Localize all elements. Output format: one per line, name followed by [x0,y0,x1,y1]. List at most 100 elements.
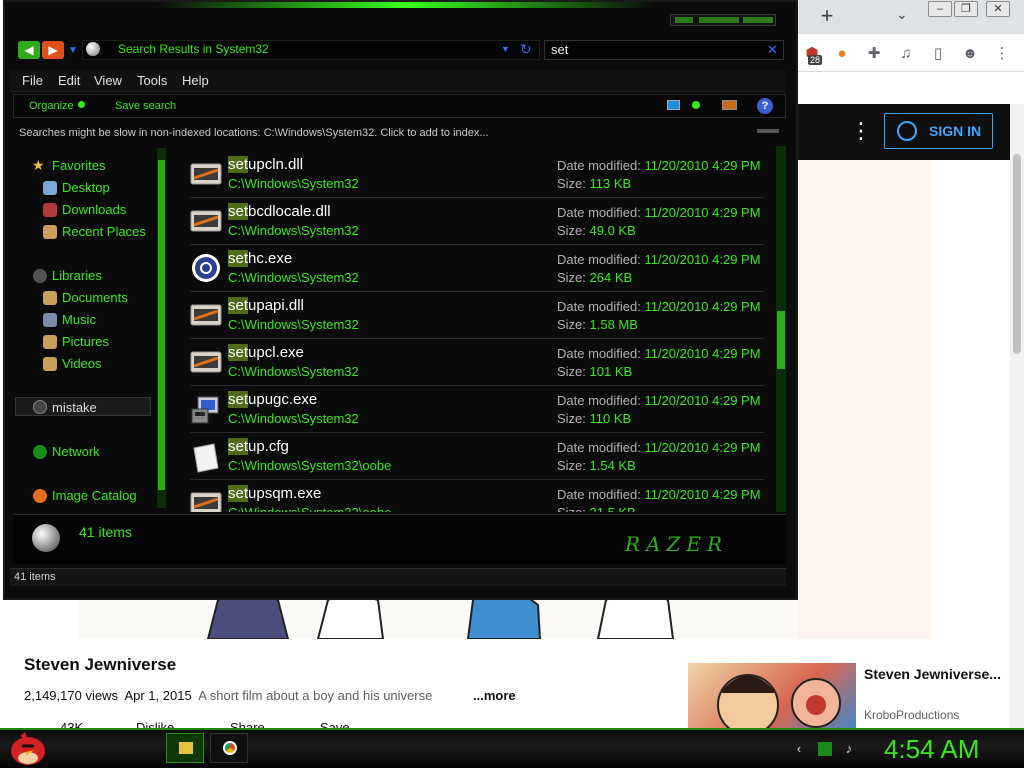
back-button[interactable]: ◀ [18,41,40,59]
search-input[interactable]: set [551,42,568,57]
file-name-rest: upsqm.exe [248,485,322,502]
file-size-value: 1.54 KB [589,458,636,473]
minimize-button[interactable]: – [928,1,952,17]
chrome-menu-icon[interactable]: ⋮ [992,44,1012,64]
explorer-maximize-button[interactable] [699,17,739,23]
address-dropdown-icon[interactable]: ▼ [501,44,510,54]
page-scrollbar-thumb[interactable] [1013,154,1021,354]
taskbar-explorer-button[interactable] [166,733,204,763]
setup-icon [190,395,222,424]
result-row[interactable]: setbcdlocale.dll C:\Windows\System32 Date … [190,199,764,245]
downloads-icon [43,203,57,217]
file-size-label: Size: [557,505,590,512]
nav-libraries[interactable]: Libraries [52,268,102,283]
nav-pictures[interactable]: Pictures [62,334,109,349]
result-row[interactable]: setup.cfg C:\Windows\System32\oobe Date mo… [190,434,764,480]
save-search-button[interactable]: Save search [115,100,176,112]
recommended-title[interactable]: Steven Jewniverse... [864,664,1004,684]
file-size-label: Size: [557,176,590,191]
show-more-link[interactable]: ...more [473,688,516,703]
file-path: C:\Windows\System32 [228,270,359,285]
file-path: C:\Windows\System32 [228,411,359,426]
result-row[interactable]: setupsqm.exe C:\Windows\System32\oobe Date… [190,481,764,512]
menu-edit[interactable]: Edit [58,73,80,88]
result-row[interactable]: setupapi.dll C:\Windows\System32 Date modi… [190,293,764,339]
organize-dropdown-icon[interactable] [78,101,85,108]
nav-music[interactable]: Music [62,312,96,327]
change-view-icon[interactable] [667,100,680,110]
date-modified-label: Date modified: [557,346,645,361]
nav-network[interactable]: Network [52,444,100,459]
side-panel-icon[interactable]: ▯ [928,44,948,64]
nav-homegroup[interactable]: mistake [52,400,97,415]
start-button-icon[interactable] [8,730,48,766]
search-match-highlight: set [228,203,249,220]
videos-icon [43,357,57,371]
menu-help[interactable]: Help [182,73,209,88]
file-name-rest: upcl.exe [248,344,304,361]
result-row[interactable]: sethc.exe C:\Windows\System32 Date modifie… [190,246,764,292]
search-box[interactable] [544,40,784,60]
media-icon[interactable]: ♫ [896,44,916,64]
organize-button[interactable]: Organize [29,100,74,112]
date-modified-value: 11/20/2010 4:29 PM [644,393,761,408]
nav-recent-places[interactable]: Recent Places [62,224,146,239]
explorer-minimize-button[interactable] [675,17,693,23]
puzzle-icon[interactable]: ✚ [864,44,884,64]
search-match-highlight: set [228,438,249,455]
nav-downloads[interactable]: Downloads [62,202,126,217]
nav-documents[interactable]: Documents [62,290,128,305]
tray-arrow-icon[interactable]: ‹ [792,742,806,756]
info-bar-close[interactable] [757,129,779,133]
menu-tools[interactable]: Tools [137,73,167,88]
info-bar-text[interactable]: Searches might be slow in non-indexed lo… [19,127,489,139]
forward-button[interactable]: ▶ [42,41,64,59]
menu-view[interactable]: View [94,73,122,88]
nav-favorites[interactable]: Favorites [52,158,105,173]
nav-scrollbar-thumb[interactable] [158,160,165,490]
sign-in-button[interactable]: SIGN IN [884,113,993,149]
tab-search-button[interactable]: ⌄ [896,6,908,23]
taskbar-clock[interactable]: 4:54 AM [884,734,979,765]
nav-videos[interactable]: Videos [62,356,102,371]
result-row[interactable]: setupcl.exe C:\Windows\System32 Date modif… [190,340,764,386]
result-row[interactable]: setupcln.dll C:\Windows\System32 Date modi… [190,152,764,198]
dll-icon [190,207,222,235]
help-icon[interactable]: ? [757,98,773,114]
nav-image-catalog[interactable]: Image Catalog [52,488,137,503]
result-row[interactable]: setupugc.exe C:\Windows\System32 Date modi… [190,387,764,433]
more-options-icon[interactable]: ⋮ [850,117,872,145]
results-scrollbar[interactable] [776,146,786,512]
maximize-button[interactable]: ❐ [954,1,978,17]
close-button[interactable]: ✕ [986,1,1010,17]
file-name: setbcdlocale.dll [228,203,331,220]
view-options-icon[interactable] [692,101,700,109]
preview-pane-icon[interactable] [722,100,737,110]
taskbar-chrome-button[interactable] [210,733,248,763]
homegroup-icon [33,400,47,414]
date-modified-label: Date modified: [557,440,645,455]
network-tray-icon[interactable] [818,742,832,756]
menu-file[interactable]: File [22,73,43,88]
new-tab-button[interactable]: + [814,4,840,30]
recommended-thumbnail[interactable] [688,663,856,728]
file-size-value: 110 KB [589,411,632,426]
recent-pages-icon[interactable]: ▼ [68,45,78,56]
date-modified: Date modified: 11/20/2010 4:29 PM [557,346,761,361]
page-scrollbar[interactable] [1010,104,1024,728]
file-name: setupsqm.exe [228,485,321,502]
refresh-icon[interactable]: ↻ [520,41,532,58]
profile-icon[interactable]: ☻ [960,44,980,64]
file-size: Size: 1.54 KB [557,458,636,473]
volume-icon[interactable]: ♪ [842,742,856,756]
exe-round-icon [190,254,222,282]
clear-search-icon[interactable]: ✕ [767,42,778,58]
results-scrollbar-thumb[interactable] [777,311,785,369]
extension-color-icon[interactable]: ● [832,44,852,64]
explorer-window-buttons[interactable] [670,14,776,26]
video-meta: 2,149,170 views Apr 1, 2015 A short film… [24,688,432,703]
documents-icon [43,291,57,305]
nav-scrollbar[interactable] [157,148,166,508]
nav-desktop[interactable]: Desktop [62,180,110,195]
explorer-close-button[interactable] [743,17,773,23]
